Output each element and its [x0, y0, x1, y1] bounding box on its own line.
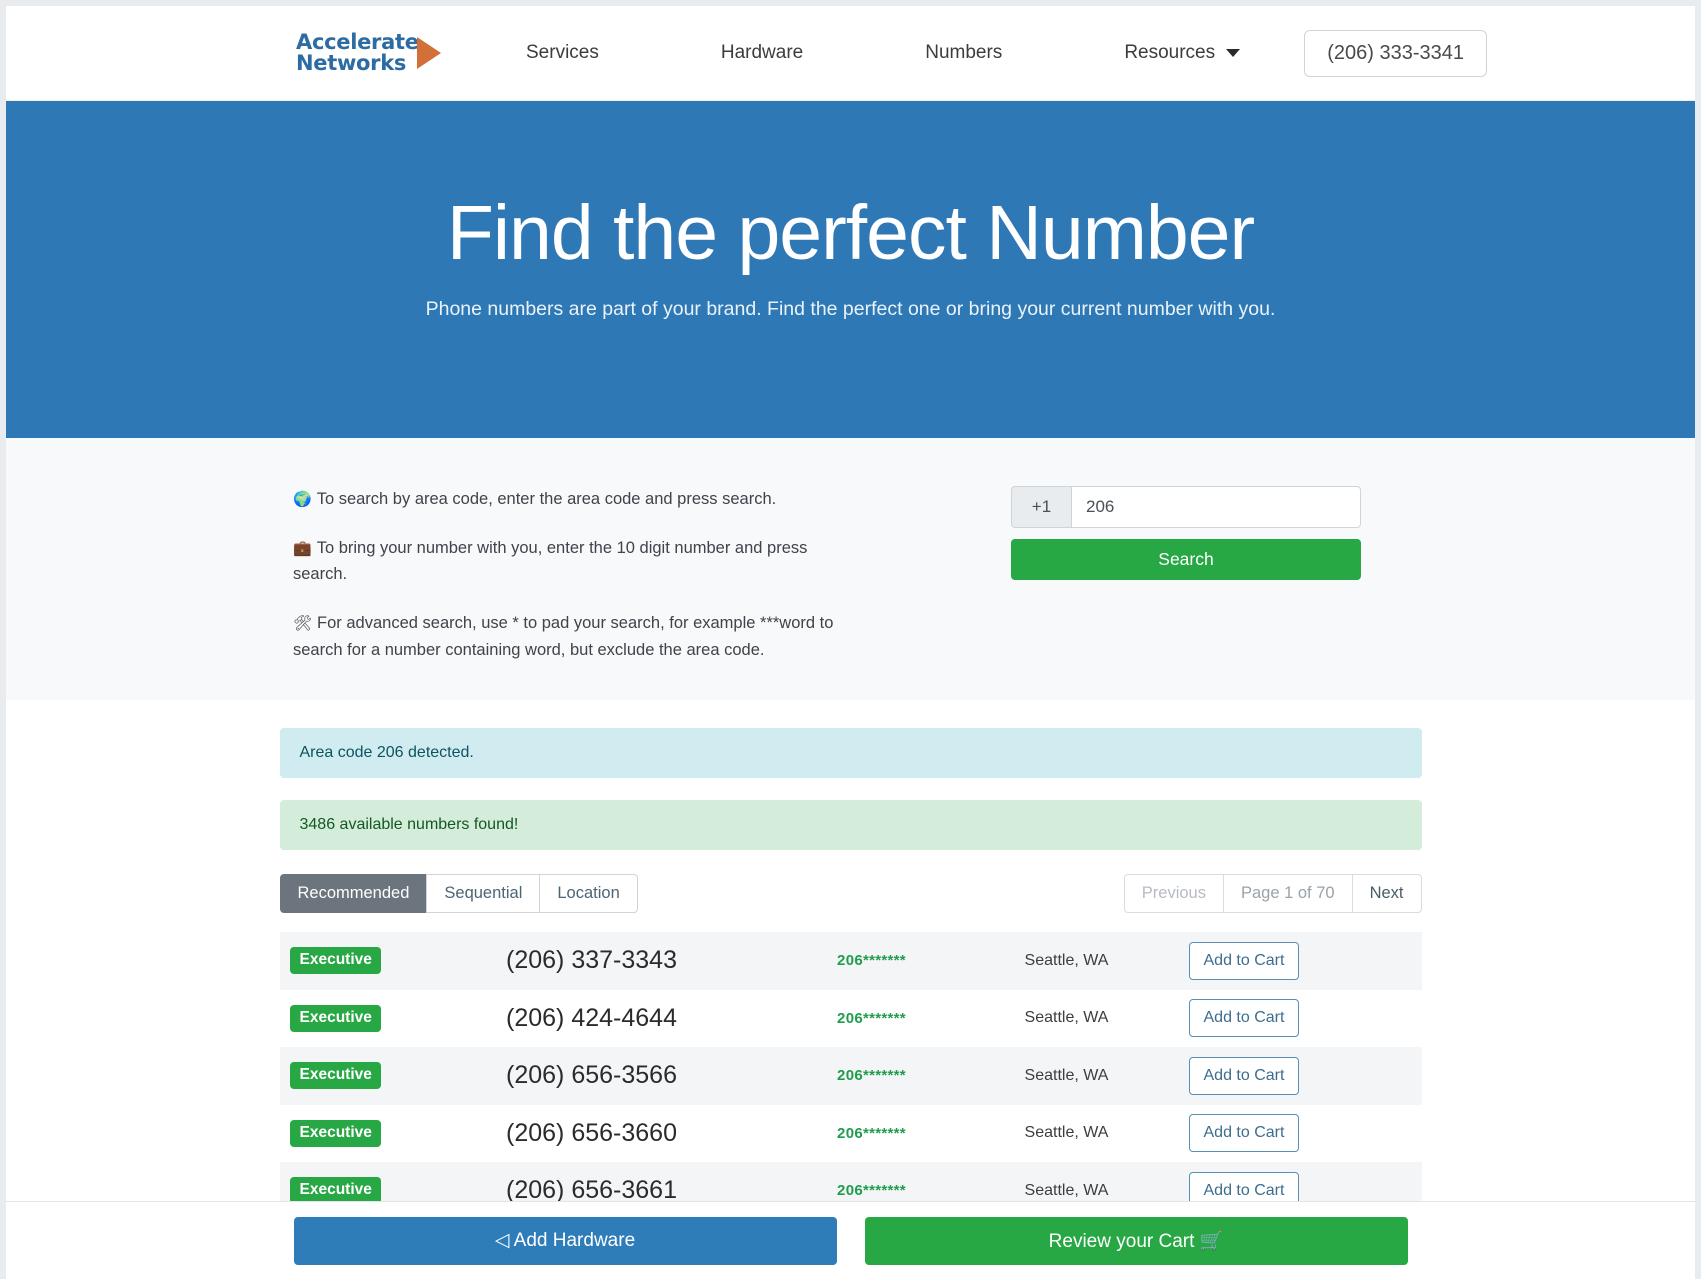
- status-badge: Executive: [289, 1119, 381, 1147]
- logo[interactable]: Accelerate Networks: [296, 32, 466, 74]
- bottom-action-bar: ◁ Add Hardware Review your Cart 🛒: [6, 1201, 1695, 1279]
- table-row: Executive (206) 656-3660 206******* Seat…: [279, 1104, 1422, 1162]
- phone-number: (206) 424-4644: [506, 1003, 677, 1032]
- number-mask: 206*******: [837, 1009, 906, 1027]
- previous-page-button[interactable]: Previous: [1123, 874, 1224, 913]
- search-input[interactable]: [1071, 486, 1361, 528]
- add-to-cart-button[interactable]: Add to Cart: [1188, 1114, 1300, 1153]
- number-location: Seattle, WA: [1024, 1181, 1109, 1199]
- search-button[interactable]: Search: [1011, 539, 1361, 580]
- numbers-found-alert: 3486 available numbers found!: [279, 800, 1422, 850]
- search-tips: 🌍 To search by area code, enter the area …: [293, 486, 853, 700]
- nav-item-resources[interactable]: Resources: [1124, 42, 1241, 64]
- nav-item-resources-label: Resources: [1124, 42, 1216, 63]
- tab-location[interactable]: Location: [539, 874, 638, 913]
- logo-line-1: Accelerate: [296, 30, 419, 54]
- table-row: Executive (206) 337-3343 206******* Seat…: [279, 932, 1422, 990]
- search-form: +1 Search: [1011, 486, 1361, 700]
- number-location: Seattle, WA: [1024, 1009, 1109, 1027]
- search-input-group: +1: [1011, 486, 1361, 528]
- add-to-cart-button[interactable]: Add to Cart: [1188, 1056, 1300, 1095]
- sort-tabs: Recommended Sequential Location: [279, 874, 638, 913]
- results-controls: Recommended Sequential Location Previous…: [279, 874, 1422, 913]
- number-mask: 206*******: [837, 1182, 906, 1200]
- phone-number-button[interactable]: (206) 333-3341: [1304, 29, 1487, 77]
- results-list: Executive (206) 337-3343 206******* Seat…: [279, 932, 1422, 1220]
- review-cart-button[interactable]: Review your Cart 🛒: [864, 1216, 1408, 1265]
- tab-sequential[interactable]: Sequential: [426, 874, 541, 913]
- site-header: Accelerate Networks Services Hardware Nu…: [6, 6, 1695, 101]
- number-mask: 206*******: [837, 1124, 906, 1142]
- number-location: Seattle, WA: [1024, 1124, 1109, 1142]
- main-nav: Services Hardware Numbers Resources: [526, 42, 1304, 64]
- number-location: Seattle, WA: [1024, 951, 1109, 969]
- search-tip-text: For advanced search, use * to pad your s…: [293, 614, 834, 659]
- number-mask: 206*******: [837, 952, 906, 970]
- page-title: Find the perfect Number: [446, 190, 1255, 276]
- country-prefix-addon: +1: [1011, 486, 1071, 528]
- hero-section: Find the perfect Number Phone numbers ar…: [6, 101, 1695, 438]
- tools-icon: 🛠: [293, 615, 313, 633]
- table-row: Executive (206) 424-4644 206******* Seat…: [279, 989, 1422, 1047]
- briefcase-icon: 💼: [293, 539, 312, 557]
- search-tip-text: To bring your number with you, enter the…: [293, 538, 808, 584]
- tab-recommended[interactable]: Recommended: [279, 874, 428, 913]
- search-panel: 🌍 To search by area code, enter the area …: [6, 438, 1695, 700]
- add-to-cart-button[interactable]: Add to Cart: [1188, 941, 1300, 980]
- pagination: Previous Page 1 of 70 Next: [1123, 874, 1422, 913]
- search-tip: 🛠 For advanced search, use * to pad your …: [293, 610, 853, 663]
- status-badge: Executive: [289, 947, 381, 975]
- phone-number: (206) 337-3343: [506, 946, 677, 975]
- page-indicator: Page 1 of 70: [1222, 874, 1353, 913]
- status-badge: Executive: [289, 1062, 381, 1090]
- add-hardware-button[interactable]: ◁ Add Hardware: [293, 1216, 837, 1265]
- hero-subtitle: Phone numbers are part of your brand. Fi…: [425, 298, 1276, 320]
- arrow-right-icon: [416, 37, 441, 69]
- phone-number: (206) 656-3566: [506, 1061, 677, 1090]
- logo-line-2: Networks: [296, 51, 407, 75]
- nav-item-services[interactable]: Services: [526, 42, 599, 64]
- search-tip-text: To search by area code, enter the area c…: [316, 490, 777, 508]
- results-section: Area code 206 detected. 3486 available n…: [6, 700, 1695, 1220]
- phone-number: (206) 656-3660: [506, 1118, 677, 1147]
- search-tip: 🌍 To search by area code, enter the area …: [293, 486, 853, 513]
- globe-icon: 🌍: [293, 491, 312, 508]
- search-tip: 💼 To bring your number with you, enter th…: [293, 535, 853, 588]
- chevron-down-icon: [1226, 49, 1241, 57]
- nav-item-numbers[interactable]: Numbers: [925, 42, 1002, 64]
- next-page-button[interactable]: Next: [1351, 874, 1422, 913]
- nav-item-hardware[interactable]: Hardware: [721, 42, 803, 64]
- status-badge: Executive: [289, 1004, 381, 1032]
- table-row: Executive (206) 656-3566 206******* Seat…: [279, 1047, 1422, 1105]
- add-to-cart-button[interactable]: Add to Cart: [1188, 999, 1300, 1038]
- page-root: Accelerate Networks Services Hardware Nu…: [6, 6, 1695, 1279]
- number-location: Seattle, WA: [1024, 1066, 1109, 1084]
- area-code-alert: Area code 206 detected.: [279, 728, 1422, 778]
- number-mask: 206*******: [837, 1067, 906, 1085]
